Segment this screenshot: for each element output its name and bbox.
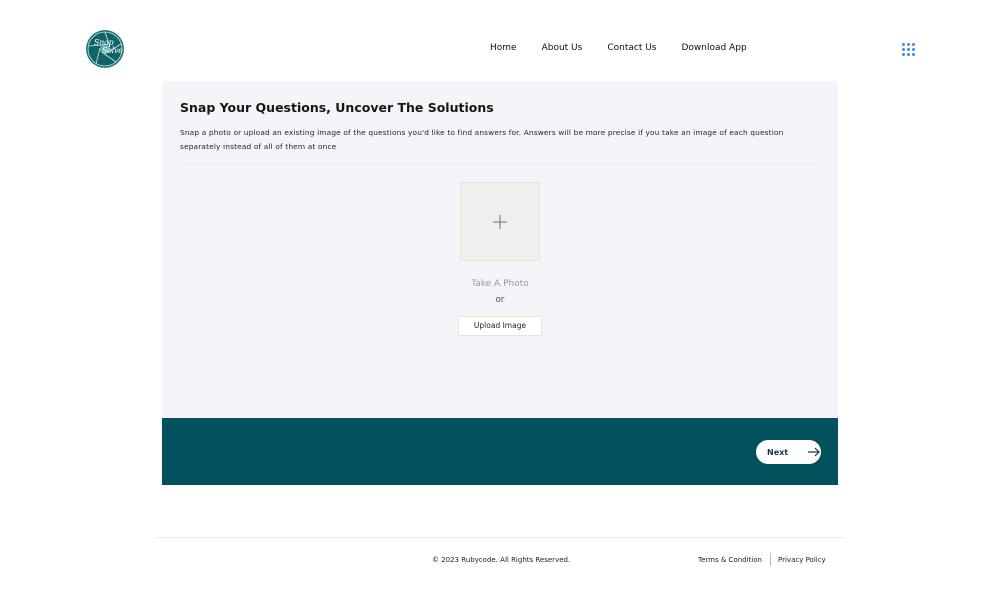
or-label: or: [495, 295, 505, 305]
logo-text-line2: Solve: [102, 46, 123, 55]
take-photo-label[interactable]: Take A Photo: [400, 279, 600, 289]
nav-home[interactable]: Home: [490, 43, 517, 53]
take-photo-button[interactable]: [460, 182, 540, 261]
footer-divider: [155, 537, 845, 538]
nav-download-app[interactable]: Download App: [681, 43, 746, 53]
page-title: Snap Your Questions, Uncover The Solutio…: [180, 100, 494, 115]
nav-about-us[interactable]: About Us: [542, 43, 583, 53]
next-button[interactable]: Next: [756, 440, 821, 464]
next-button-label: Next: [767, 447, 789, 457]
page-description: Snap a photo or upload an existing image…: [180, 128, 784, 151]
divider: [180, 163, 820, 164]
privacy-link[interactable]: Privacy Policy: [778, 556, 826, 564]
action-bar: Next: [162, 418, 838, 485]
copyright-text: © 2023 Rubycode. All Rights Reserved.: [432, 556, 571, 564]
footer-separator: [770, 553, 771, 566]
arrow-right-icon: [808, 447, 820, 457]
upload-card: Snap Your Questions, Uncover The Solutio…: [162, 81, 838, 485]
terms-link[interactable]: Terms & Condition: [698, 556, 762, 564]
nav-contact-us[interactable]: Contact Us: [607, 43, 656, 53]
upload-image-button[interactable]: Upload Image: [458, 316, 542, 336]
grid-dots-icon[interactable]: [902, 43, 915, 56]
plus-icon: [461, 183, 539, 260]
logo[interactable]: Snap Solve: [86, 30, 124, 68]
main-nav: Home About Us Contact Us Download App: [490, 43, 747, 53]
